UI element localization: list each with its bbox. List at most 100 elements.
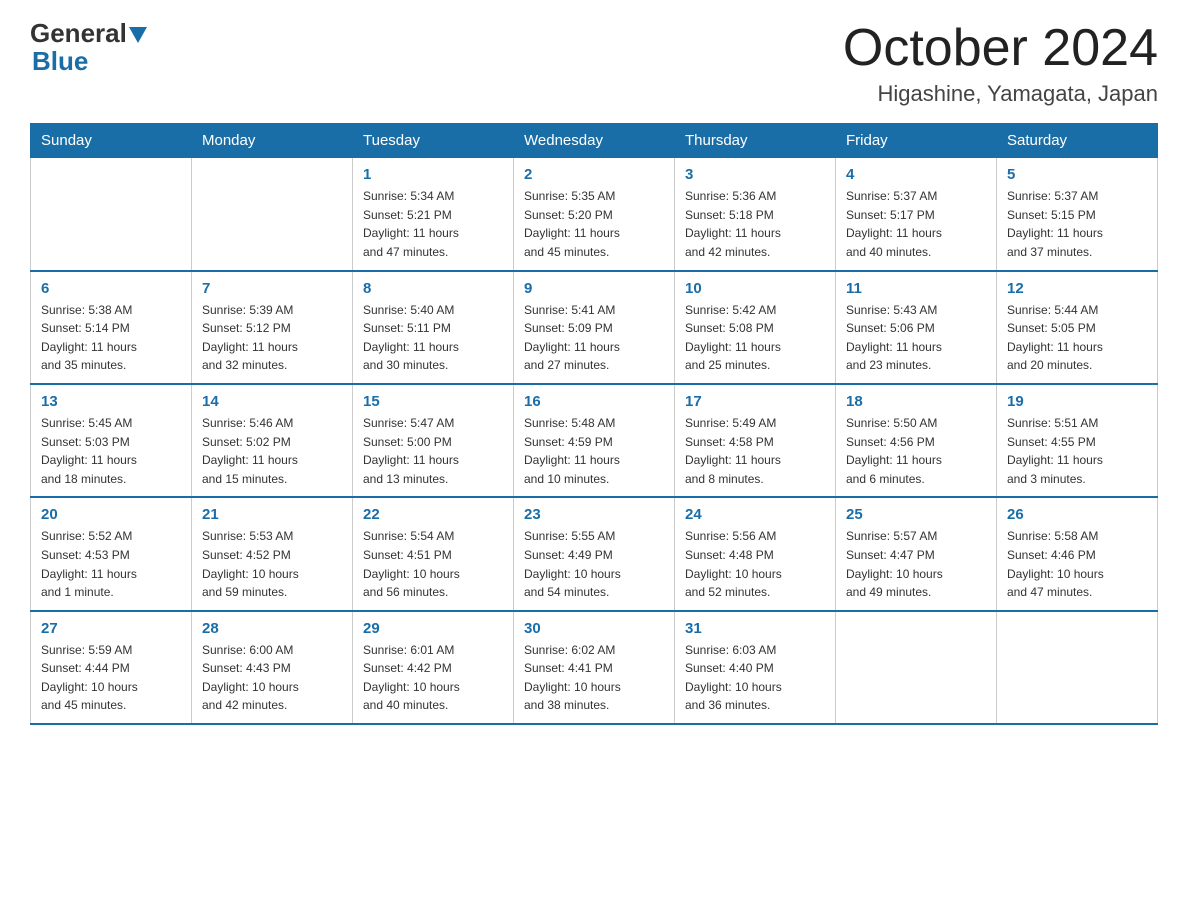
calendar-cell: 1 Sunrise: 5:34 AM Sunset: 5:21 PM Daylig… <box>353 158 514 271</box>
calendar-cell <box>997 611 1158 724</box>
day-number: 10 <box>685 280 825 297</box>
calendar-cell: 24Sunrise: 5:56 AM Sunset: 4:48 PM Dayli… <box>675 497 836 610</box>
calendar-cell: 14 Sunrise: 5:46 AM Sunset: 5:02 PM Dayli… <box>192 384 353 497</box>
calendar-table: SundayMondayTuesdayWednesdayThursdayFrid… <box>30 123 1158 725</box>
month-year-title: October 2024 <box>843 20 1158 77</box>
day-number: 19 <box>1007 393 1147 410</box>
day-info: Sunrise: 5:55 AM Sunset: 4:49 PM Dayligh… <box>524 527 664 601</box>
calendar-cell: 26 Sunrise: 5:58 AM Sunset: 4:46 PM Dayli… <box>997 497 1158 610</box>
logo-blue-text: Blue <box>32 46 88 76</box>
logo: General Blue <box>30 20 149 77</box>
column-header-thursday: Thursday <box>675 124 836 158</box>
calendar-cell: 10 Sunrise: 5:42 AM Sunset: 5:08 PM Dayli… <box>675 271 836 384</box>
day-number: 8 <box>363 280 503 297</box>
day-info: Sunrise: 5:46 AM Sunset: 5:02 PM Dayligh… <box>202 414 342 488</box>
day-info: Sunrise: 5:37 AM Sunset: 5:17 PM Dayligh… <box>846 187 986 261</box>
day-number: 14 <box>202 393 342 410</box>
day-info: Sunrise: 5:40 AM Sunset: 5:11 PM Dayligh… <box>363 301 503 375</box>
day-number: 23 <box>524 506 664 523</box>
calendar-cell: 29Sunrise: 6:01 AM Sunset: 4:42 PM Dayli… <box>353 611 514 724</box>
day-number: 4 <box>846 166 986 183</box>
calendar-cell: 9 Sunrise: 5:41 AM Sunset: 5:09 PM Daylig… <box>514 271 675 384</box>
calendar-cell: 15Sunrise: 5:47 AM Sunset: 5:00 PM Dayli… <box>353 384 514 497</box>
calendar-cell <box>192 158 353 271</box>
calendar-cell: 16 Sunrise: 5:48 AM Sunset: 4:59 PM Dayli… <box>514 384 675 497</box>
day-number: 6 <box>41 280 181 297</box>
day-info: Sunrise: 5:42 AM Sunset: 5:08 PM Dayligh… <box>685 301 825 375</box>
day-info: Sunrise: 5:51 AM Sunset: 4:55 PM Dayligh… <box>1007 414 1147 488</box>
column-header-sunday: Sunday <box>31 124 192 158</box>
day-info: Sunrise: 5:41 AM Sunset: 5:09 PM Dayligh… <box>524 301 664 375</box>
day-info: Sunrise: 5:37 AM Sunset: 5:15 PM Dayligh… <box>1007 187 1147 261</box>
calendar-cell: 25 Sunrise: 5:57 AM Sunset: 4:47 PM Dayli… <box>836 497 997 610</box>
calendar-cell: 23 Sunrise: 5:55 AM Sunset: 4:49 PM Dayli… <box>514 497 675 610</box>
day-number: 27 <box>41 620 181 637</box>
day-number: 18 <box>846 393 986 410</box>
page-header: General Blue October 2024 Higashine, Yam… <box>30 20 1158 107</box>
day-number: 22 <box>363 506 503 523</box>
calendar-week-row: 13 Sunrise: 5:45 AM Sunset: 5:03 PM Dayli… <box>31 384 1158 497</box>
day-number: 5 <box>1007 166 1147 183</box>
day-info: Sunrise: 6:03 AM Sunset: 4:40 PM Dayligh… <box>685 641 825 715</box>
day-number: 31 <box>685 620 825 637</box>
column-header-saturday: Saturday <box>997 124 1158 158</box>
day-number: 16 <box>524 393 664 410</box>
day-number: 3 <box>685 166 825 183</box>
day-info: Sunrise: 5:43 AM Sunset: 5:06 PM Dayligh… <box>846 301 986 375</box>
calendar-week-row: 27Sunrise: 5:59 AM Sunset: 4:44 PM Dayli… <box>31 611 1158 724</box>
day-number: 29 <box>363 620 503 637</box>
logo-general-text: General <box>30 20 127 46</box>
calendar-week-row: 6 Sunrise: 5:38 AM Sunset: 5:14 PM Daylig… <box>31 271 1158 384</box>
day-number: 24 <box>685 506 825 523</box>
day-number: 12 <box>1007 280 1147 297</box>
day-info: Sunrise: 5:34 AM Sunset: 5:21 PM Dayligh… <box>363 187 503 261</box>
calendar-cell: 31 Sunrise: 6:03 AM Sunset: 4:40 PM Dayli… <box>675 611 836 724</box>
column-header-friday: Friday <box>836 124 997 158</box>
day-number: 11 <box>846 280 986 297</box>
day-info: Sunrise: 5:58 AM Sunset: 4:46 PM Dayligh… <box>1007 527 1147 601</box>
day-number: 26 <box>1007 506 1147 523</box>
day-info: Sunrise: 6:00 AM Sunset: 4:43 PM Dayligh… <box>202 641 342 715</box>
title-block: October 2024 Higashine, Yamagata, Japan <box>843 20 1158 107</box>
day-info: Sunrise: 5:35 AM Sunset: 5:20 PM Dayligh… <box>524 187 664 261</box>
logo-triangle-icon <box>129 27 147 43</box>
day-info: Sunrise: 5:38 AM Sunset: 5:14 PM Dayligh… <box>41 301 181 375</box>
calendar-header-row: SundayMondayTuesdayWednesdayThursdayFrid… <box>31 124 1158 158</box>
calendar-cell: 3 Sunrise: 5:36 AM Sunset: 5:18 PM Daylig… <box>675 158 836 271</box>
calendar-cell: 28 Sunrise: 6:00 AM Sunset: 4:43 PM Dayli… <box>192 611 353 724</box>
day-info: Sunrise: 5:44 AM Sunset: 5:05 PM Dayligh… <box>1007 301 1147 375</box>
day-number: 15 <box>363 393 503 410</box>
calendar-cell: 17Sunrise: 5:49 AM Sunset: 4:58 PM Dayli… <box>675 384 836 497</box>
day-number: 28 <box>202 620 342 637</box>
calendar-cell: 8 Sunrise: 5:40 AM Sunset: 5:11 PM Daylig… <box>353 271 514 384</box>
day-number: 1 <box>363 166 503 183</box>
day-info: Sunrise: 5:57 AM Sunset: 4:47 PM Dayligh… <box>846 527 986 601</box>
day-info: Sunrise: 5:45 AM Sunset: 5:03 PM Dayligh… <box>41 414 181 488</box>
calendar-cell: 12 Sunrise: 5:44 AM Sunset: 5:05 PM Dayli… <box>997 271 1158 384</box>
calendar-cell: 2 Sunrise: 5:35 AM Sunset: 5:20 PM Daylig… <box>514 158 675 271</box>
calendar-cell <box>31 158 192 271</box>
calendar-cell <box>836 611 997 724</box>
calendar-week-row: 20Sunrise: 5:52 AM Sunset: 4:53 PM Dayli… <box>31 497 1158 610</box>
day-info: Sunrise: 5:36 AM Sunset: 5:18 PM Dayligh… <box>685 187 825 261</box>
day-info: Sunrise: 5:48 AM Sunset: 4:59 PM Dayligh… <box>524 414 664 488</box>
day-info: Sunrise: 5:50 AM Sunset: 4:56 PM Dayligh… <box>846 414 986 488</box>
calendar-cell: 6 Sunrise: 5:38 AM Sunset: 5:14 PM Daylig… <box>31 271 192 384</box>
calendar-cell: 20Sunrise: 5:52 AM Sunset: 4:53 PM Dayli… <box>31 497 192 610</box>
day-number: 20 <box>41 506 181 523</box>
day-info: Sunrise: 5:54 AM Sunset: 4:51 PM Dayligh… <box>363 527 503 601</box>
day-number: 7 <box>202 280 342 297</box>
day-number: 21 <box>202 506 342 523</box>
day-number: 25 <box>846 506 986 523</box>
calendar-cell: 7 Sunrise: 5:39 AM Sunset: 5:12 PM Daylig… <box>192 271 353 384</box>
calendar-cell: 22 Sunrise: 5:54 AM Sunset: 4:51 PM Dayli… <box>353 497 514 610</box>
day-number: 2 <box>524 166 664 183</box>
calendar-cell: 21Sunrise: 5:53 AM Sunset: 4:52 PM Dayli… <box>192 497 353 610</box>
day-number: 13 <box>41 393 181 410</box>
day-number: 30 <box>524 620 664 637</box>
column-header-wednesday: Wednesday <box>514 124 675 158</box>
day-info: Sunrise: 5:39 AM Sunset: 5:12 PM Dayligh… <box>202 301 342 375</box>
day-number: 9 <box>524 280 664 297</box>
calendar-cell: 4 Sunrise: 5:37 AM Sunset: 5:17 PM Daylig… <box>836 158 997 271</box>
location-subtitle: Higashine, Yamagata, Japan <box>843 81 1158 107</box>
